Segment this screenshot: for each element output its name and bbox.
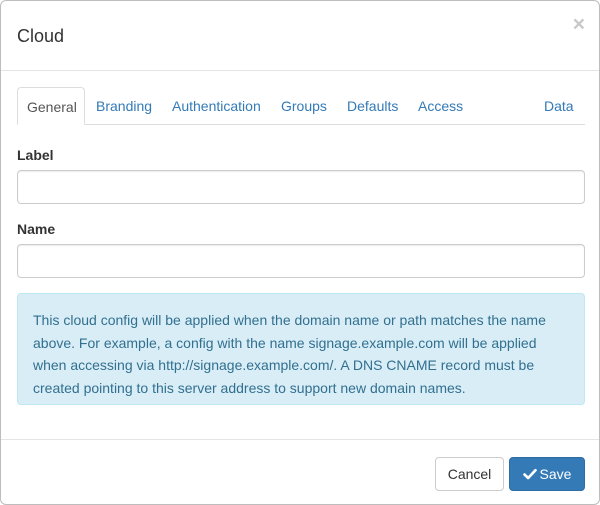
- name-input[interactable]: [17, 244, 585, 278]
- save-button-label: Save: [539, 466, 572, 482]
- dialog-header: Cloud ×: [1, 1, 599, 71]
- tab-authentication[interactable]: Authentication: [163, 87, 270, 125]
- tab-access[interactable]: Access: [409, 87, 472, 125]
- label-field-label: Label: [17, 147, 54, 163]
- tab-groups[interactable]: Groups: [272, 87, 336, 125]
- info-alert: This cloud config will be applied when t…: [17, 293, 585, 405]
- name-field-label: Name: [17, 221, 56, 237]
- label-input[interactable]: [17, 170, 585, 204]
- save-button[interactable]: Save: [509, 457, 585, 491]
- tab-general[interactable]: General: [17, 87, 85, 125]
- cancel-button[interactable]: Cancel: [435, 457, 504, 491]
- close-icon: ×: [572, 13, 585, 36]
- dialog-footer: Cancel Save: [1, 439, 599, 505]
- cancel-button-label: Cancel: [447, 466, 492, 482]
- check-icon: [522, 468, 537, 480]
- cloud-dialog: Cloud × General Branding Authentication …: [0, 0, 600, 505]
- tab-branding[interactable]: Branding: [87, 87, 161, 125]
- close-button[interactable]: ×: [573, 13, 585, 37]
- dialog-title: Cloud: [17, 26, 65, 46]
- tab-bar: General Branding Authentication Groups D…: [17, 87, 585, 125]
- tab-data[interactable]: Data: [535, 87, 583, 125]
- info-alert-text: This cloud config will be applied when t…: [33, 312, 546, 396]
- tab-defaults[interactable]: Defaults: [338, 87, 407, 125]
